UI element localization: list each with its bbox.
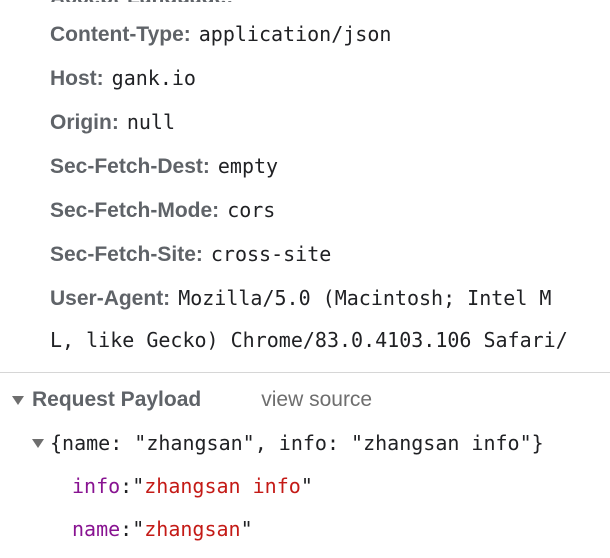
request-payload-header[interactable]: Request Payload view source [12,385,372,415]
triangle-down-icon[interactable] [32,438,44,448]
object-preview: {name: "zhangsan", info: "zhangsan info"… [50,431,544,455]
property-value: zhangsan info [144,474,301,498]
header-value: application/json [198,22,392,46]
header-row-content-type: Content-Type: application/json [50,19,391,50]
header-name: User-Agent: [50,287,171,310]
header-value: empty [217,154,279,178]
header-name: Content-Type: [50,23,191,46]
header-name: Sec-Fetch-Dest: [50,155,210,178]
section-title: Request Payload [32,388,202,411]
header-value: cors [227,198,276,222]
payload-object-summary[interactable]: {name: "zhangsan", info: "zhangsan info"… [32,428,544,458]
header-row-sec-fetch-dest: Sec-Fetch-Dest: empty [50,151,278,182]
header-name: Sec-Fetch-Mode: [50,199,220,222]
header-row-host: Host: gank.io [50,63,196,94]
user-agent-continuation: L, like Gecko) Chrome/83.0.4103.106 Safa… [50,328,568,352]
section-divider [0,372,610,373]
header-name: Origin: [50,111,119,134]
view-source-link[interactable]: view source [261,388,372,412]
header-row-sec-fetch-site: Sec-Fetch-Site: cross-site [50,239,331,270]
header-value: cross-site [210,242,332,266]
property-key: name [72,517,121,541]
property-key: info [72,474,121,498]
header-value: gank.io [111,66,196,90]
property-value: zhangsan [144,517,241,541]
header-name: Host: [50,67,104,90]
property-row-name: name: " zhangsan " [72,517,253,541]
header-row-user-agent: User-Agent: Mozilla/5.0 (Macintosh; Intel… [50,283,551,314]
header-name: Sec-Fetch-Site: [50,243,203,266]
header-row-origin: Origin: null [50,107,175,138]
triangle-down-icon[interactable] [12,395,24,405]
clipped-header-row: Accept-Language: [50,0,233,2]
header-value: Mozilla/5.0 (Macintosh; Intel M [178,286,552,310]
property-row-info: info: " zhangsan info " [72,474,313,498]
header-row-sec-fetch-mode: Sec-Fetch-Mode: cors [50,195,275,226]
header-value: null [126,110,175,134]
